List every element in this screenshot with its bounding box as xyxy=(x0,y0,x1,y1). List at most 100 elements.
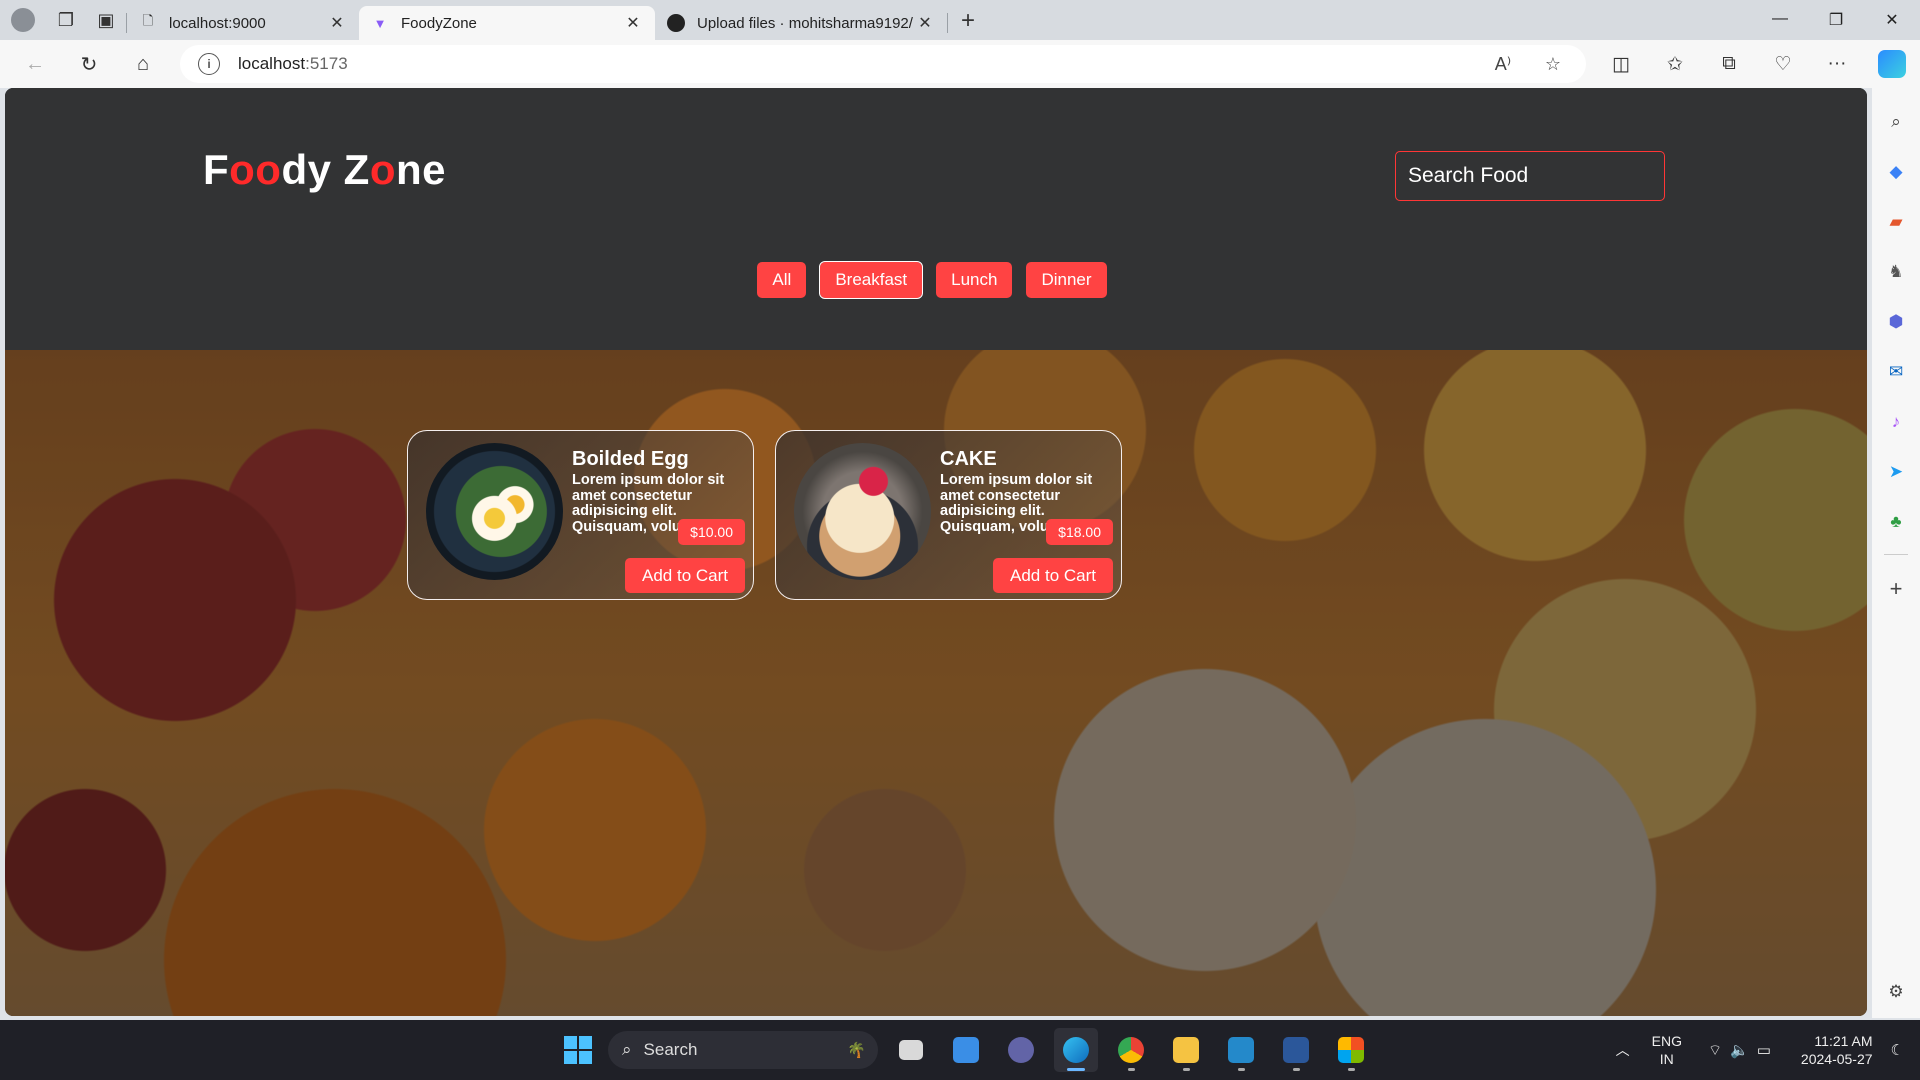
filter-all-button[interactable]: All xyxy=(757,262,807,298)
close-tab-icon[interactable]: ✕ xyxy=(623,13,643,33)
file-explorer-icon[interactable] xyxy=(1164,1028,1208,1072)
favorites-icon[interactable]: ✩ xyxy=(1648,53,1702,76)
taskbar-search[interactable]: ⌕ Search 🌴 xyxy=(608,1031,878,1069)
store-icon[interactable] xyxy=(1329,1028,1373,1072)
search-icon: ⌕ xyxy=(622,1040,632,1059)
tab-localhost-9000[interactable]: 🗋 localhost:9000 ✕ xyxy=(127,6,359,40)
vscode-icon[interactable] xyxy=(1219,1028,1263,1072)
telegram-icon[interactable]: ➤ xyxy=(1880,456,1912,488)
logo-part: ne xyxy=(395,146,446,193)
tab-actions-icon[interactable]: ▣ xyxy=(86,0,126,40)
search-icon[interactable]: ⌕ xyxy=(1880,106,1912,138)
price-badge: $18.00 xyxy=(1046,519,1113,545)
sidebar-divider xyxy=(1884,554,1908,555)
running-indicator xyxy=(1067,1068,1085,1071)
search-food-input[interactable] xyxy=(1395,151,1665,201)
filter-dinner-button[interactable]: Dinner xyxy=(1026,262,1107,298)
chrome-icon[interactable] xyxy=(1109,1028,1153,1072)
tab-title: localhost:9000 xyxy=(169,14,266,32)
taskbar-apps: ⌕ Search 🌴 xyxy=(556,1028,1373,1072)
add-to-cart-button[interactable]: Add to Cart xyxy=(625,558,745,593)
favorite-star-icon[interactable]: ☆ xyxy=(1528,54,1578,75)
page-viewport: Foody Zone All Breakfast Lunch Dinner Bo… xyxy=(5,88,1867,1016)
clock[interactable]: 11:21 AM 2024-05-27 xyxy=(1801,1032,1873,1068)
url-port: :5173 xyxy=(305,54,348,73)
site-info-icon[interactable]: i xyxy=(198,53,220,75)
running-indicator xyxy=(1347,1068,1355,1071)
games-icon[interactable]: ♞ xyxy=(1880,256,1912,288)
page-icon: 🗋 xyxy=(142,13,154,28)
refresh-icon[interactable]: ↻ xyxy=(62,40,116,88)
tab-foodyzone[interactable]: ▼ FoodyZone ✕ xyxy=(359,6,655,40)
copilot-icon[interactable] xyxy=(1878,50,1906,78)
edge-sidebar: ⌕ ◆ ▰ ♞ ⬢ ✉ ♪ ➤ ♣ + ⚙ xyxy=(1872,88,1920,1018)
food-card: Boilded Egg Lorem ipsum dolor sit amet c… xyxy=(407,430,754,600)
show-hidden-icons-chevron-icon[interactable]: ︿ xyxy=(1616,1040,1630,1060)
collections-icon[interactable]: ⧉ xyxy=(1702,53,1756,75)
food-image xyxy=(426,443,563,580)
new-tab-button[interactable]: + xyxy=(948,7,988,35)
workspaces-icon[interactable]: ❐ xyxy=(46,0,86,40)
vite-icon: ▼ xyxy=(373,15,387,31)
minimize-icon[interactable]: — xyxy=(1752,10,1808,30)
site-logo: Foody Zone xyxy=(203,146,446,194)
tree-icon[interactable]: ♣ xyxy=(1880,506,1912,538)
widgets-icon[interactable] xyxy=(944,1028,988,1072)
address-bar-row: ← ↻ ⌂ i localhost:5173 A⁾ ☆ ◫ ✩ ⧉ ♡ ··· xyxy=(0,40,1920,88)
read-aloud-icon[interactable]: A⁾ xyxy=(1478,54,1528,75)
edge-taskbar-icon[interactable] xyxy=(1054,1028,1098,1072)
running-indicator xyxy=(1127,1068,1135,1071)
logo-part: dy Z xyxy=(281,146,370,193)
restore-icon[interactable]: ❐ xyxy=(1808,10,1864,30)
url-host: localhost xyxy=(238,54,306,73)
logo-part-red: o xyxy=(369,146,396,193)
add-to-cart-button[interactable]: Add to Cart xyxy=(993,558,1113,593)
url-text: localhost:5173 xyxy=(238,54,348,74)
food-card: CAKE Lorem ipsum dolor sit amet consecte… xyxy=(775,430,1122,600)
outlook-icon[interactable]: ✉ xyxy=(1880,356,1912,388)
teams-icon[interactable] xyxy=(999,1028,1043,1072)
logo-part-red: oo xyxy=(229,146,282,193)
word-icon[interactable] xyxy=(1274,1028,1318,1072)
shopping-icon[interactable]: ◆ xyxy=(1880,156,1912,188)
running-indicator xyxy=(1292,1068,1300,1071)
tab-title: FoodyZone xyxy=(401,14,477,32)
close-tab-icon[interactable]: ✕ xyxy=(915,13,935,33)
back-icon[interactable]: ← xyxy=(8,40,62,88)
github-icon xyxy=(667,14,685,32)
food-name: Boilded Egg xyxy=(572,448,689,470)
site-header: Foody Zone All Breakfast Lunch Dinner xyxy=(5,88,1867,350)
close-window-icon[interactable]: ✕ xyxy=(1864,10,1920,30)
start-windows-icon[interactable] xyxy=(556,1028,600,1072)
designer-icon[interactable]: ♪ xyxy=(1880,406,1912,438)
price-badge: $10.00 xyxy=(678,519,745,545)
settings-gear-icon[interactable]: ⚙ xyxy=(1880,976,1912,1008)
lang-region: IN xyxy=(1659,1051,1674,1067)
task-view-icon[interactable] xyxy=(889,1028,933,1072)
input-language[interactable]: ENG IN xyxy=(1652,1032,1682,1068)
url-field[interactable]: i localhost:5173 A⁾ ☆ xyxy=(180,45,1586,83)
notification-moon-icon[interactable]: ☾ xyxy=(1891,1041,1904,1059)
microsoft-365-icon[interactable]: ⬢ xyxy=(1880,306,1912,338)
running-indicator xyxy=(1237,1068,1245,1071)
tab-title: Upload files · mohitsharma9192/ xyxy=(697,14,913,32)
close-tab-icon[interactable]: ✕ xyxy=(327,13,347,33)
profile-icon[interactable] xyxy=(0,0,46,40)
food-name: CAKE xyxy=(940,448,997,470)
add-icon[interactable]: + xyxy=(1880,573,1912,605)
tools-icon[interactable]: ▰ xyxy=(1880,206,1912,238)
network-volume-battery-icons[interactable]: ⌔🔈▭ xyxy=(1708,1041,1779,1060)
logo-part: F xyxy=(203,146,230,193)
filter-breakfast-button[interactable]: Breakfast xyxy=(819,261,924,299)
browser-essentials-icon[interactable]: ♡ xyxy=(1756,53,1810,76)
home-icon[interactable]: ⌂ xyxy=(116,40,170,88)
clock-time: 11:21 AM xyxy=(1814,1033,1873,1049)
taskbar-search-label: Search xyxy=(643,1040,698,1059)
clock-date: 2024-05-27 xyxy=(1800,1051,1873,1067)
more-options-icon[interactable]: ··· xyxy=(1810,53,1864,75)
tab-github-upload[interactable]: Upload files · mohitsharma9192/ ✕ xyxy=(655,6,947,40)
system-tray: ︿ ENG IN ⌔🔈▭ 11:21 AM 2024-05-27 ☾ xyxy=(1616,1020,1920,1080)
window-controls: — ❐ ✕ xyxy=(1752,10,1920,30)
split-screen-icon[interactable]: ◫ xyxy=(1594,53,1648,76)
filter-lunch-button[interactable]: Lunch xyxy=(936,262,1013,298)
